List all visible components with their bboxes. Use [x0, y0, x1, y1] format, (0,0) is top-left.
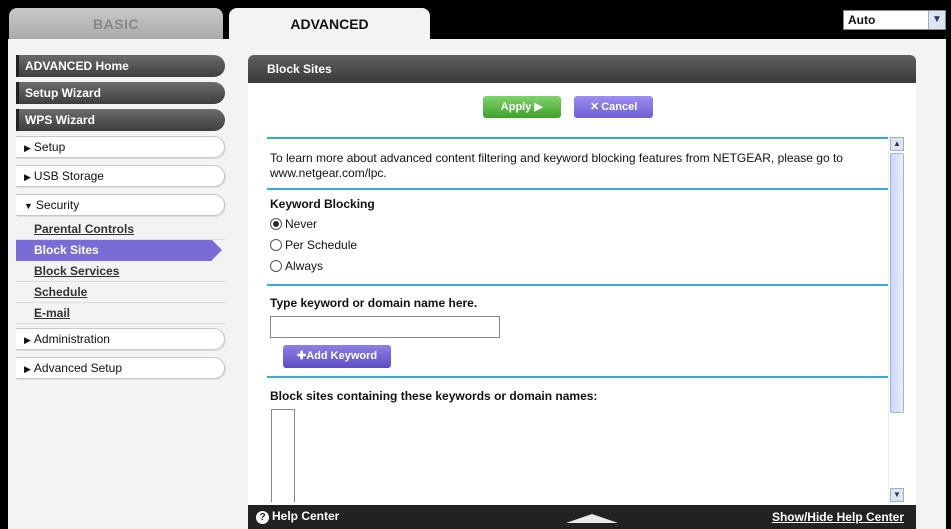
sidebar-advanced-setup-label: Advanced Setup — [33, 361, 122, 375]
help-center-bar: ? Help Center Show/Hide Help Center — [248, 505, 916, 529]
help-center-link[interactable]: ? Help Center — [256, 509, 339, 524]
sidebar-setup[interactable]: ▶ Setup — [16, 136, 225, 158]
sidebar-advanced-setup[interactable]: ▶ Advanced Setup — [16, 357, 225, 379]
sidebar-usb-storage-label: USB Storage — [33, 169, 104, 183]
tab-advanced[interactable]: ADVANCED — [229, 8, 430, 39]
show-hide-help-link[interactable]: Show/Hide Help Center — [772, 510, 904, 524]
security-submenu: Parental Controls Block Sites Block Serv… — [16, 219, 225, 324]
close-icon: ✕ — [590, 101, 600, 113]
add-keyword-button[interactable]: ✚Add Keyword — [283, 345, 392, 368]
expand-help-icon[interactable] — [566, 514, 618, 523]
blocked-sites-list[interactable] — [271, 409, 295, 502]
panel-scroll-area: To learn more about advanced content fil… — [267, 137, 897, 502]
sidebar-setup-wizard[interactable]: Setup Wizard — [16, 82, 225, 104]
radio-never-button[interactable] — [270, 218, 282, 230]
router-admin-window: BASIC ADVANCED Auto ▼ ADVANCED Home Setu… — [0, 0, 951, 529]
radio-per-schedule-label: Per Schedule — [285, 238, 358, 252]
sidebar-item-schedule[interactable]: Schedule — [16, 282, 225, 303]
sidebar-wps-wizard[interactable]: WPS Wizard — [16, 109, 225, 131]
radio-per-schedule-button[interactable] — [270, 239, 282, 251]
scroll-up-icon[interactable]: ▲ — [890, 137, 904, 151]
sidebar-setup-label: Setup — [33, 140, 66, 154]
info-text: To learn more about advanced content fil… — [270, 151, 843, 180]
keyword-input[interactable] — [270, 316, 500, 338]
keyword-entry-section: Type keyword or domain name here. ✚Add K… — [267, 286, 897, 376]
blocked-list-section: Block sites containing these keywords or… — [267, 378, 897, 502]
sidebar-item-block-services[interactable]: Block Services — [16, 261, 225, 282]
triangle-right-icon: ▶ — [24, 172, 31, 182]
action-buttons: Apply ▶ ✕ Cancel — [248, 96, 916, 118]
keyword-blocking-heading: Keyword Blocking — [270, 197, 375, 211]
apply-button[interactable]: Apply ▶ — [482, 96, 561, 118]
triangle-right-icon: ▶ — [24, 335, 31, 345]
keyword-input-label: Type keyword or domain name here. — [270, 296, 478, 310]
radio-per-schedule[interactable]: Per Schedule — [270, 236, 897, 257]
blocked-list-label: Block sites containing these keywords or… — [270, 389, 598, 403]
sidebar-item-email[interactable]: E-mail — [16, 303, 225, 324]
vertical-scrollbar[interactable]: ▲ ▼ — [888, 137, 904, 502]
language-select-value: Auto — [848, 13, 876, 27]
language-select[interactable]: Auto ▼ — [843, 10, 946, 30]
radio-always[interactable]: Always — [270, 257, 897, 278]
block-sites-panel: Block Sites Apply ▶ ✕ Cancel To learn mor… — [248, 55, 916, 529]
radio-never[interactable]: Never — [270, 215, 897, 236]
sidebar-security[interactable]: ▼ Security — [16, 194, 225, 216]
triangle-down-icon: ▼ — [24, 201, 33, 211]
content-area: ADVANCED Home Setup Wizard WPS Wizard ▶ S… — [8, 39, 946, 529]
sidebar-administration-label: Administration — [33, 332, 110, 346]
sidebar-item-block-sites[interactable]: Block Sites — [16, 240, 222, 261]
panel-title: Block Sites — [248, 55, 916, 83]
add-keyword-label: Add Keyword — [306, 350, 378, 362]
cancel-button-label: Cancel — [601, 101, 638, 113]
radio-always-label: Always — [285, 259, 324, 273]
sidebar: ADVANCED Home Setup Wizard WPS Wizard ▶ S… — [16, 55, 225, 386]
tab-basic[interactable]: BASIC — [9, 8, 223, 39]
cancel-button[interactable]: ✕ Cancel — [574, 96, 654, 118]
sidebar-usb-storage[interactable]: ▶ USB Storage — [16, 165, 225, 187]
sidebar-security-label: Security — [35, 198, 80, 212]
scroll-down-icon[interactable]: ▼ — [890, 488, 904, 502]
sidebar-administration[interactable]: ▶ Administration — [16, 328, 225, 350]
sidebar-item-parental-controls[interactable]: Parental Controls — [16, 219, 225, 240]
keyword-blocking-section: Keyword Blocking Never Per Schedule Alwa… — [267, 190, 897, 284]
triangle-right-icon: ▶ — [24, 143, 31, 153]
help-center-label: Help Center — [272, 509, 340, 523]
radio-always-button[interactable] — [270, 260, 282, 272]
scrollbar-thumb[interactable] — [890, 153, 904, 413]
plus-icon: ✚ — [297, 350, 307, 362]
triangle-right-icon: ▶ — [24, 364, 31, 374]
sidebar-advanced-home[interactable]: ADVANCED Home — [16, 55, 225, 77]
chevron-down-icon[interactable]: ▼ — [928, 11, 945, 29]
question-icon: ? — [256, 511, 269, 524]
radio-never-label: Never — [285, 217, 318, 231]
